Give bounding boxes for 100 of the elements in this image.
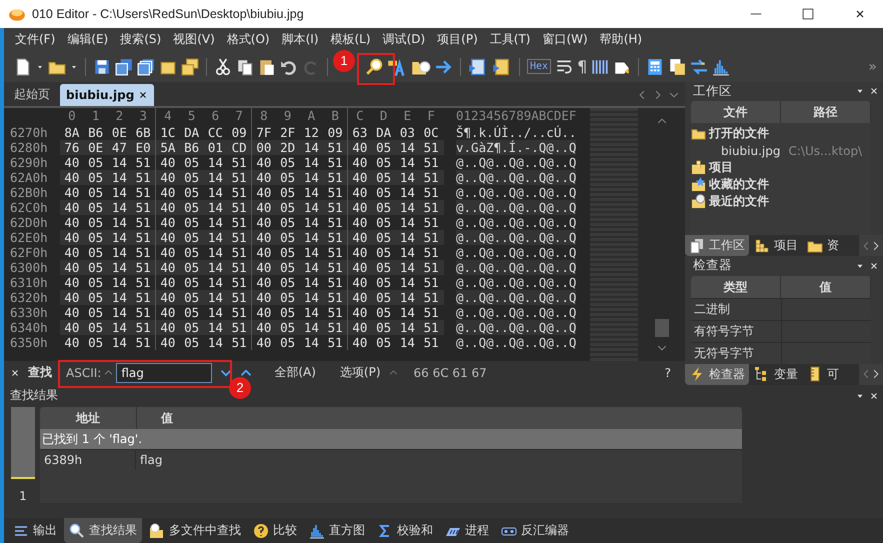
value-cell[interactable]: flag	[136, 450, 163, 470]
columns-icon[interactable]	[591, 58, 610, 76]
hex-byte: 51	[134, 170, 152, 185]
hex-byte: 51	[422, 170, 440, 185]
menu-item[interactable]: 模板(L)	[326, 29, 376, 50]
column-header: 值	[781, 276, 871, 298]
tree-item[interactable]: 打开的文件	[709, 125, 769, 142]
panel-tab[interactable]: 检查器	[685, 364, 749, 385]
hex-byte: 14	[110, 290, 128, 305]
tree-item[interactable]: 最近的文件	[709, 193, 769, 210]
menu-item[interactable]: 编辑(E)	[62, 29, 114, 50]
column-header: F	[426, 108, 436, 125]
close-icon[interactable]	[869, 390, 879, 401]
address-cell-text: 62E0h	[9, 230, 49, 245]
hex-byte: 40	[63, 200, 80, 215]
panel-tab[interactable]: 项目	[750, 235, 802, 256]
panel-tab[interactable]: 可	[803, 364, 843, 385]
hex-byte: 51	[134, 214, 152, 230]
menu-item[interactable]: 搜索(S)	[115, 29, 166, 50]
search-input[interactable]: flag	[116, 362, 212, 383]
tree-item[interactable]: 收藏的文件	[709, 176, 769, 194]
hex-mode-button[interactable]: Hex	[527, 59, 552, 74]
compare-icon[interactable]	[668, 58, 686, 76]
search-icon[interactable]	[365, 58, 383, 76]
show-whitespace-button[interactable]: ¶	[577, 57, 588, 76]
find-all-button[interactable]: 全部(A)	[274, 364, 316, 382]
arrow-icon[interactable]	[435, 58, 453, 76]
hex-byte: 40	[159, 170, 176, 185]
file-name[interactable]: biubiu.jpg	[721, 144, 780, 158]
menu-item[interactable]: 视图(V)	[168, 29, 220, 50]
script-icon[interactable]	[468, 56, 488, 77]
hex-byte: 40	[255, 184, 272, 200]
bottom-tab[interactable]: 校验和	[372, 518, 438, 543]
template-icon[interactable]	[492, 56, 512, 77]
bottom-tab[interactable]: 查找结果	[64, 518, 142, 543]
hex-byte: 40	[159, 184, 176, 200]
panel-tab[interactable]: 工作区	[685, 235, 749, 256]
bottom-tab[interactable]: 进程	[440, 518, 494, 543]
search-icon	[69, 522, 85, 539]
hex-byte: 05	[87, 170, 104, 185]
close-icon[interactable]	[869, 260, 879, 271]
bottom-tab[interactable]: 直方图	[304, 518, 370, 543]
hex-byte: 51	[134, 244, 152, 260]
menu-item[interactable]: 调试(D)	[378, 29, 430, 50]
menu-item[interactable]: 工具(T)	[484, 29, 536, 50]
paste-icon[interactable]	[258, 58, 276, 76]
hex-byte: 14	[110, 230, 128, 245]
help-button[interactable]: ?	[664, 366, 671, 380]
result-summary[interactable]: 已找到 1 个 'flag'.	[40, 428, 742, 449]
copy-icon[interactable]	[236, 58, 254, 76]
new-file-icon[interactable]	[14, 58, 32, 76]
menu-item[interactable]: 文件(F)	[10, 29, 60, 50]
bottom-tab[interactable]: 比较	[248, 518, 302, 543]
save-as-icon[interactable]	[115, 58, 133, 76]
bottom-tab[interactable]: 多文件中查找	[144, 518, 246, 543]
histogram-icon[interactable]	[712, 58, 730, 76]
panel-tab[interactable]: 资	[803, 235, 843, 256]
menu-item[interactable]: 窗口(W)	[537, 29, 593, 50]
file-tab[interactable]: biubiu.jpg	[60, 84, 154, 106]
calculator-icon[interactable]	[646, 58, 664, 76]
hex-byte: CD	[230, 140, 248, 155]
histogram-icon	[309, 522, 325, 539]
hex-byte: 40	[159, 214, 176, 230]
result-count: 1	[19, 488, 27, 503]
search-mode-dropdown[interactable]: ASCII:	[66, 366, 102, 380]
bottom-tab[interactable]: 反汇编器	[496, 518, 574, 543]
panel-tab[interactable]: 变量	[750, 364, 802, 385]
bottom-tab[interactable]: 输出	[8, 518, 62, 543]
cut-icon[interactable]	[214, 58, 232, 76]
menu-item[interactable]: 格式(O)	[222, 29, 275, 50]
file-tab[interactable]: 起始页	[8, 84, 56, 106]
window-title: 010 Editor - C:\Users\RedSun\Desktop\biubiu.jpg	[32, 7, 305, 21]
toolbar-overflow-button[interactable]: »	[868, 58, 877, 75]
replace-icon[interactable]	[387, 56, 407, 77]
hex-byte: 40	[351, 244, 368, 260]
hex-byte: 05	[279, 200, 296, 215]
swap-icon[interactable]	[690, 58, 708, 76]
save-icon[interactable]	[93, 58, 111, 76]
scroll-thumb[interactable]	[654, 318, 668, 337]
menu-item[interactable]: 项目(P)	[432, 29, 483, 50]
scrollbar[interactable]	[638, 108, 685, 361]
menu-item[interactable]: 脚本(I)	[276, 29, 324, 50]
options-button[interactable]: 选项(P)	[340, 364, 381, 382]
hex-byte: 40	[351, 184, 368, 200]
menu-item[interactable]: 帮助(H)	[594, 29, 648, 50]
find-previous-icon[interactable]	[240, 366, 252, 379]
hex-byte: 14	[398, 244, 416, 260]
hex-bytes-text: 66 6C 61 67	[414, 366, 487, 380]
hex-byte: 14	[110, 320, 128, 335]
save-all-icon[interactable]	[137, 58, 155, 76]
hex-byte: 40	[159, 304, 176, 320]
column-header: 5	[186, 108, 196, 125]
line-wrap-icon[interactable]	[555, 58, 574, 76]
tree-item[interactable]: 项目	[709, 159, 733, 176]
address-cell[interactable]: 6389h	[40, 450, 136, 470]
ascii-text: @..Q@..Q@..Q@..Q	[456, 184, 576, 200]
folders-icon[interactable]	[181, 58, 199, 76]
hex-byte: 05	[375, 230, 392, 245]
hex-byte: 40	[255, 200, 272, 215]
close-icon[interactable]	[869, 86, 879, 96]
